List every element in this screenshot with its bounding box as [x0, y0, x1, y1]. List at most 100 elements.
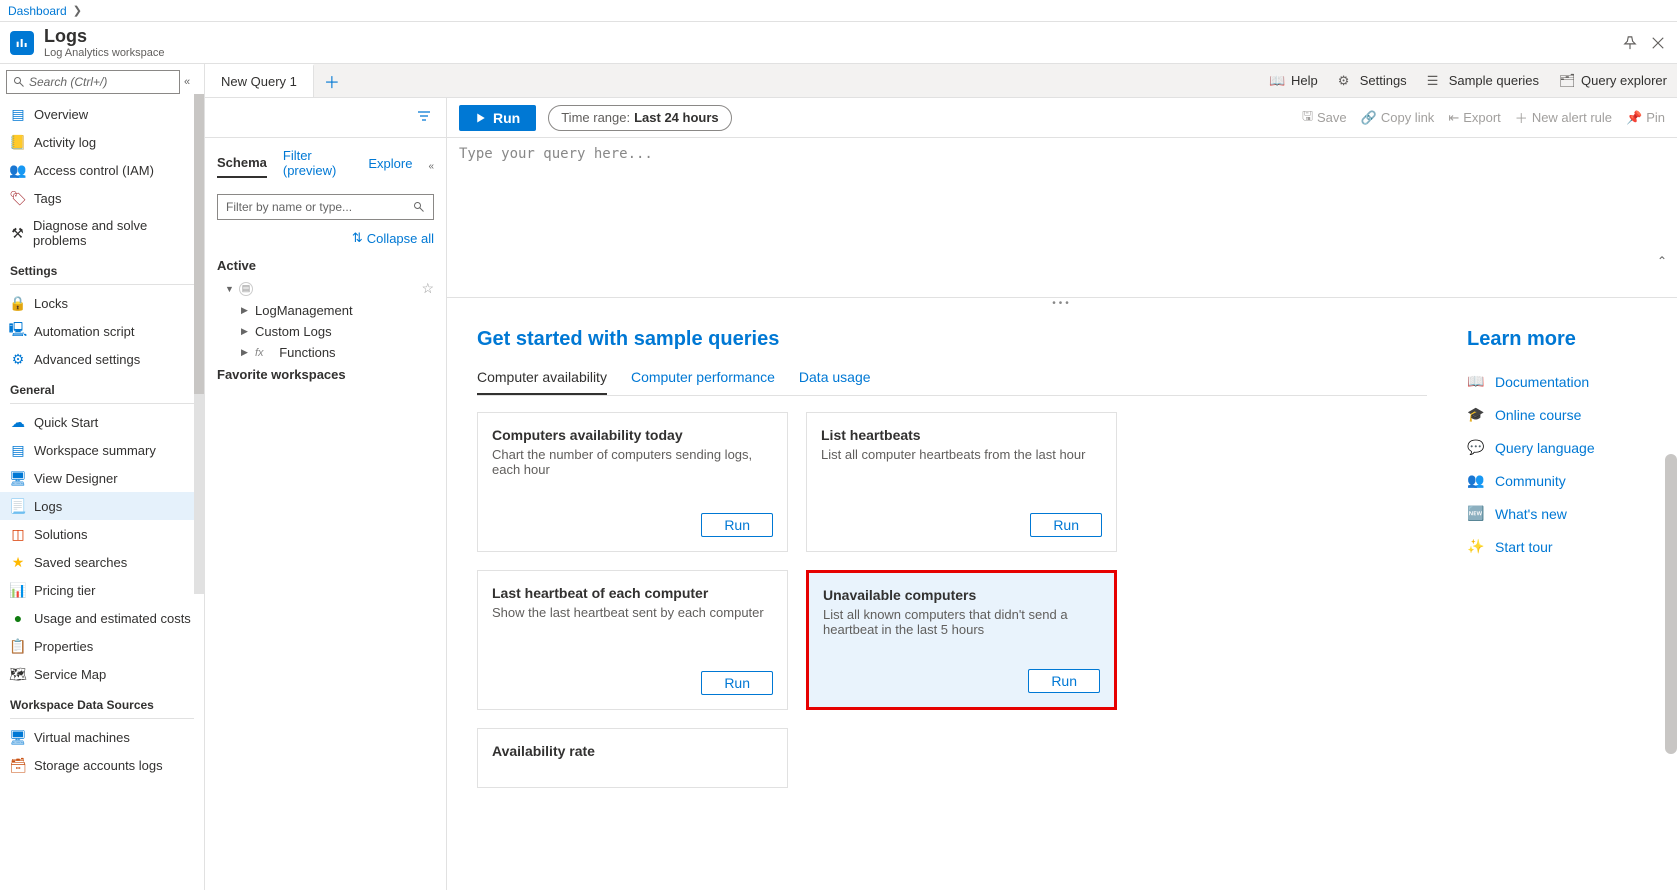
- pin-icon: 📌: [1626, 110, 1642, 126]
- nav-pricing-tier[interactable]: 📊Pricing tier: [0, 576, 204, 604]
- learn-online-course[interactable]: 🎓Online course: [1467, 398, 1647, 431]
- quickstart-icon: ☁: [10, 414, 26, 430]
- left-nav: Search (Ctrl+/) « ▤Overview 📒Activity lo…: [0, 64, 205, 890]
- collapse-nav-icon[interactable]: «: [184, 76, 198, 88]
- pin-button[interactable]: 📌Pin: [1626, 110, 1665, 126]
- new-alert-rule-button[interactable]: ＋New alert rule: [1515, 108, 1612, 127]
- card-run-button[interactable]: Run: [1028, 669, 1100, 693]
- query-explorer-button[interactable]: 🗂Query explorer: [1549, 64, 1677, 97]
- chevron-right-icon: ▶: [241, 326, 249, 337]
- learn-documentation[interactable]: 📖Documentation: [1467, 365, 1647, 398]
- schema-node-logmanagement[interactable]: ▶LogManagement: [205, 300, 446, 321]
- schema-panel: Schema Filter (preview) Explore « Filter…: [205, 98, 447, 890]
- nav-properties[interactable]: 📋Properties: [0, 632, 204, 660]
- export-icon: ⇤: [1448, 110, 1459, 126]
- add-query-tab[interactable]: ＋: [314, 64, 350, 97]
- export-button[interactable]: ⇤Export: [1448, 110, 1500, 126]
- schema-node-customlogs[interactable]: ▶Custom Logs: [205, 321, 446, 342]
- sample-queries-button[interactable]: ☰Sample queries: [1417, 64, 1549, 97]
- usage-icon: ●: [10, 610, 26, 626]
- card-desc: List all computer heartbeats from the la…: [821, 447, 1102, 513]
- copy-link-button[interactable]: 🔗Copy link: [1361, 110, 1435, 126]
- workspace-icon: ▤: [239, 282, 253, 296]
- nav-saved-searches[interactable]: ★Saved searches: [0, 548, 204, 576]
- chevron-down-icon: ▼: [225, 284, 233, 294]
- collapse-all-link[interactable]: ⇅ Collapse all: [205, 230, 446, 254]
- automation-icon: 🖳: [10, 323, 26, 339]
- search-input[interactable]: Search (Ctrl+/): [6, 70, 180, 94]
- diagnose-icon: ⚒: [10, 225, 25, 241]
- samples-tabs: Computer availability Computer performan…: [477, 361, 1427, 396]
- time-range-picker[interactable]: Time range: Last 24 hours: [548, 105, 731, 131]
- schema-tab-filter[interactable]: Filter (preview): [283, 148, 352, 184]
- query-tab[interactable]: New Query 1: [205, 64, 314, 97]
- nav-advanced-settings[interactable]: ⚙Advanced settings: [0, 345, 204, 373]
- nav-storage-accounts-logs[interactable]: 🗃Storage accounts logs: [0, 751, 204, 779]
- content-pane: New Query 1 ＋ 📖Help ⚙Settings ☰Sample qu…: [205, 64, 1677, 890]
- nav-solutions[interactable]: ◫Solutions: [0, 520, 204, 548]
- card-desc: Chart the number of computers sending lo…: [492, 447, 773, 513]
- splitter-handle[interactable]: •••: [447, 298, 1677, 310]
- nav-automation-script[interactable]: 🖳Automation script: [0, 317, 204, 345]
- query-tabs-row: New Query 1 ＋ 📖Help ⚙Settings ☰Sample qu…: [205, 64, 1677, 98]
- settings-button[interactable]: ⚙Settings: [1328, 64, 1417, 97]
- nav-quick-start[interactable]: ☁Quick Start: [0, 408, 204, 436]
- help-button[interactable]: 📖Help: [1259, 64, 1328, 97]
- nav-virtual-machines[interactable]: 🖥Virtual machines: [0, 723, 204, 751]
- collapse-schema-icon[interactable]: «: [428, 161, 434, 172]
- tab-data-usage[interactable]: Data usage: [799, 361, 871, 395]
- save-icon: 🖫: [1302, 107, 1313, 129]
- plus-icon: ＋: [1515, 108, 1528, 127]
- nav-view-designer[interactable]: 🖥View Designer: [0, 464, 204, 492]
- query-editor[interactable]: Type your query here...: [447, 138, 1677, 298]
- sample-card-computers-availability: Computers availability today Chart the n…: [477, 412, 788, 552]
- learn-whats-new[interactable]: 🆕What's new: [1467, 497, 1647, 530]
- nav-logs[interactable]: 📃Logs: [0, 492, 204, 520]
- book-icon: 📖: [1269, 73, 1285, 89]
- card-run-button[interactable]: Run: [701, 671, 773, 695]
- card-title: Unavailable computers: [823, 587, 1100, 603]
- learn-query-language[interactable]: 💬Query language: [1467, 431, 1647, 464]
- nav-workspace-summary[interactable]: ▤Workspace summary: [0, 436, 204, 464]
- nav-tags[interactable]: 🏷Tags: [0, 184, 204, 212]
- content-scrollbar[interactable]: [1665, 454, 1677, 754]
- nav-service-map[interactable]: 🗺Service Map: [0, 660, 204, 688]
- servicemap-icon: 🗺: [10, 666, 26, 682]
- close-icon[interactable]: [1649, 34, 1667, 52]
- nav-scrollbar[interactable]: [194, 94, 204, 594]
- expand-editor-icon[interactable]: ⌃: [1657, 254, 1667, 268]
- solutions-icon: ◫: [10, 526, 26, 542]
- pin-header-icon[interactable]: [1621, 34, 1639, 52]
- card-desc: List all known computers that didn't sen…: [823, 607, 1100, 669]
- schema-node-functions[interactable]: ▶fx Functions: [205, 342, 446, 363]
- star-icon[interactable]: ☆: [421, 280, 434, 297]
- nav-locks[interactable]: 🔒Locks: [0, 289, 204, 317]
- breadcrumb-root[interactable]: Dashboard: [8, 4, 67, 18]
- card-run-button[interactable]: Run: [1030, 513, 1102, 537]
- save-button[interactable]: 🖫Save: [1302, 107, 1347, 129]
- learn-start-tour[interactable]: ✨Start tour: [1467, 530, 1647, 563]
- card-run-button[interactable]: Run: [701, 513, 773, 537]
- search-icon: [413, 201, 425, 213]
- course-icon: 🎓: [1467, 406, 1485, 423]
- schema-filter-input[interactable]: Filter by name or type...: [217, 194, 434, 220]
- schema-tab-explore[interactable]: Explore: [368, 156, 412, 177]
- nav-diagnose[interactable]: ⚒Diagnose and solve problems: [0, 212, 204, 254]
- schema-workspace-node[interactable]: ▼ ▤ ☆: [205, 277, 446, 300]
- nav-usage-costs[interactable]: ●Usage and estimated costs: [0, 604, 204, 632]
- logs-icon: 📃: [10, 498, 26, 514]
- learn-community[interactable]: 👥Community: [1467, 464, 1647, 497]
- nav-overview[interactable]: ▤Overview: [0, 100, 204, 128]
- activity-icon: 📒: [10, 134, 26, 150]
- nav-activity-log[interactable]: 📒Activity log: [0, 128, 204, 156]
- tab-computer-availability[interactable]: Computer availability: [477, 361, 607, 395]
- filter-toggle-icon[interactable]: [416, 108, 434, 127]
- schema-tab-schema[interactable]: Schema: [217, 155, 267, 178]
- card-desc: Show the last heartbeat sent by each com…: [492, 605, 773, 671]
- breadcrumb: Dashboard ❯: [0, 0, 1677, 22]
- tab-computer-performance[interactable]: Computer performance: [631, 361, 775, 395]
- nav-group-top: ▤Overview 📒Activity log 👥Access control …: [0, 100, 204, 254]
- run-button[interactable]: Run: [459, 105, 536, 131]
- page-title: Logs: [44, 26, 164, 47]
- nav-access-control[interactable]: 👥Access control (IAM): [0, 156, 204, 184]
